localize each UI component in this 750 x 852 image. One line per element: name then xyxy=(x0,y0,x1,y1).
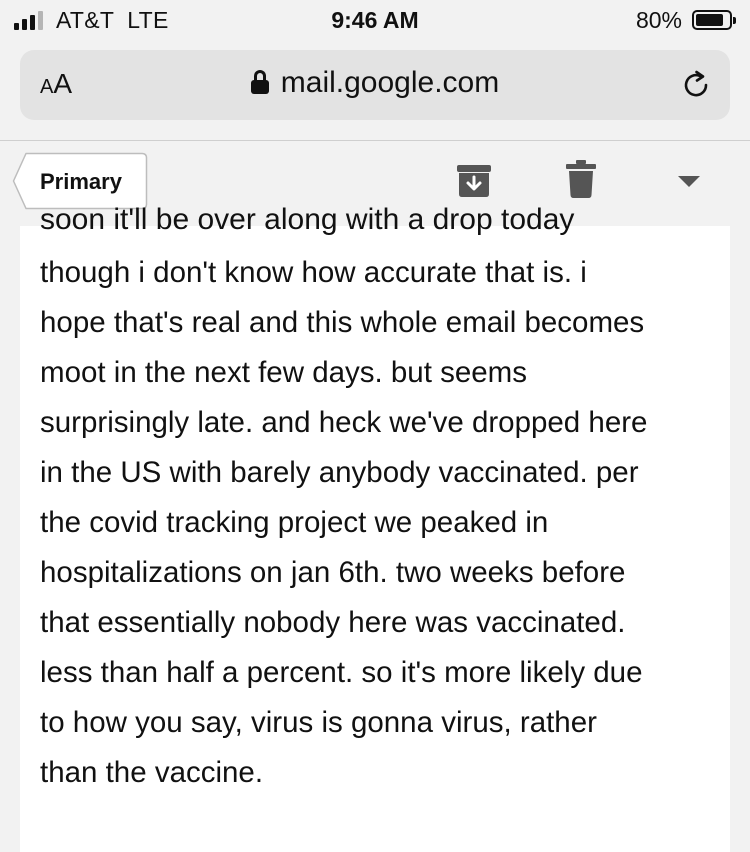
url-text: mail.google.com xyxy=(280,66,500,99)
back-to-primary-button[interactable]: Primary xyxy=(12,152,148,210)
email-line: though i don't know how accurate that is… xyxy=(40,256,587,289)
status-bar: AT&T LTE 9:46 AM 80% xyxy=(0,0,750,40)
email-line: less than half a percent. so it's more l… xyxy=(40,656,643,689)
archive-icon[interactable] xyxy=(456,163,492,199)
address-bar[interactable]: AA mail.google.com xyxy=(20,50,730,120)
email-message-body: soon it'll be over along with a drop tod… xyxy=(20,204,730,852)
trash-icon[interactable] xyxy=(566,160,596,198)
email-line: to how you say, virus is gonna virus, ra… xyxy=(40,706,597,739)
email-line: that essentially nobody here was vaccina… xyxy=(40,606,626,639)
email-line: in the US with barely anybody vaccinated… xyxy=(40,456,639,489)
chevron-down-icon[interactable] xyxy=(678,176,700,188)
email-line-cut-off: soon it'll be over along with a drop tod… xyxy=(40,203,575,236)
email-line: the covid tracking project we peaked in xyxy=(40,506,549,539)
battery-icon xyxy=(692,10,736,30)
reload-icon[interactable] xyxy=(682,70,712,100)
back-button-label: Primary xyxy=(40,169,122,194)
header-divider xyxy=(0,140,750,141)
email-line: than the vaccine. xyxy=(40,756,264,789)
url-display[interactable]: mail.google.com xyxy=(20,66,730,100)
lock-icon xyxy=(250,70,269,94)
email-line: moot in the next few days. but seems xyxy=(40,356,527,389)
email-text: though i don't know how accurate that is… xyxy=(40,248,720,798)
email-line: hospitalizations on jan 6th. two weeks b… xyxy=(40,556,626,589)
battery-percentage: 80% xyxy=(635,7,682,33)
email-line: hope that's real and this whole email be… xyxy=(40,306,645,339)
email-line: surprisingly late. and heck we've droppe… xyxy=(40,406,648,439)
